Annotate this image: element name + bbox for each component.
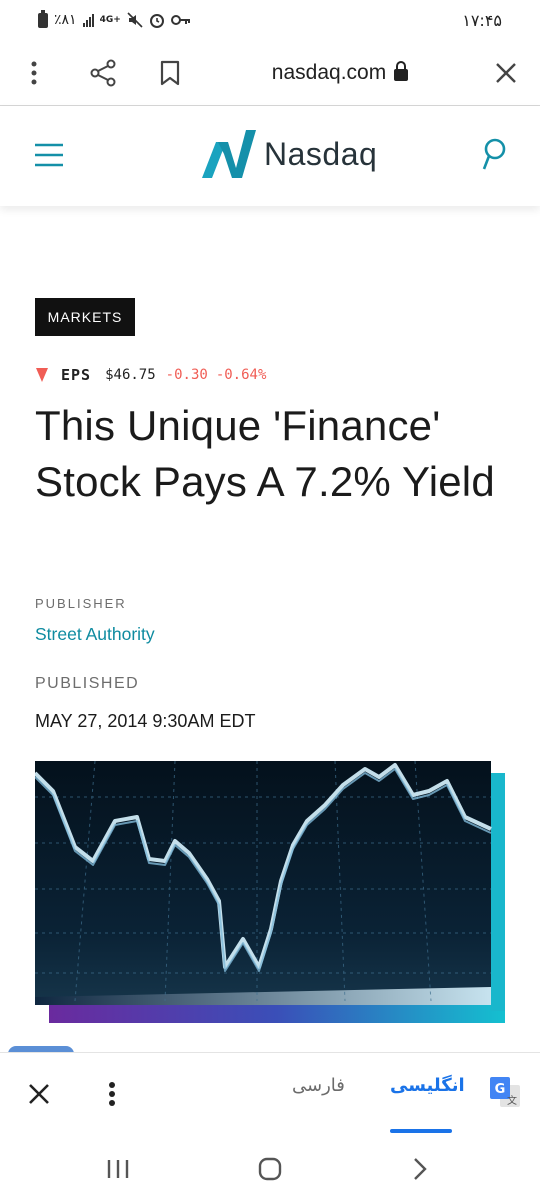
network-type: 4G+ (99, 15, 121, 25)
battery-icon (38, 9, 48, 28)
ticker-quote[interactable]: EPS $46.75 -0.30 -0.64% (36, 364, 266, 386)
selected-language-indicator (390, 1129, 452, 1133)
hamburger-menu-icon[interactable] (34, 142, 64, 172)
close-tab-icon[interactable] (490, 40, 522, 106)
mute-icon (127, 12, 143, 28)
more-options-icon[interactable] (20, 40, 48, 106)
article-hero-image (35, 761, 505, 1023)
battery-percent: ٪۸۱ (54, 12, 77, 28)
close-translate-icon[interactable] (28, 1083, 50, 1109)
ticker-change-percent: -0.64% (215, 367, 267, 383)
google-translate-icon[interactable]: G文 (490, 1077, 522, 1113)
recent-apps-icon[interactable] (100, 1138, 136, 1200)
status-icons: ٪۸۱ 4G+ (38, 9, 191, 28)
svg-text:G: G (495, 1082, 506, 1097)
search-icon[interactable] (482, 138, 506, 176)
share-icon[interactable] (86, 40, 120, 106)
back-icon[interactable] (402, 1138, 438, 1200)
translate-more-icon[interactable] (108, 1081, 116, 1111)
ticker-change: -0.30 (165, 367, 208, 383)
site-header: Nasdaq (0, 106, 540, 206)
signal-icon (82, 13, 94, 27)
language-option-persian[interactable]: فارسی (292, 1075, 345, 1096)
nasdaq-logo-icon (202, 130, 256, 178)
language-option-english[interactable]: انگلیسی (390, 1075, 465, 1096)
translate-bar: فارسی انگلیسی G文 (0, 1052, 540, 1138)
nasdaq-logo[interactable]: Nasdaq (200, 128, 377, 180)
ticker-price: $46.75 (105, 367, 156, 383)
url-bar[interactable]: nasdaq.com (230, 40, 450, 106)
status-bar: ٪۸۱ 4G+ ۱۷:۴۵ (0, 0, 540, 40)
published-label: PUBLISHED (35, 675, 140, 692)
down-arrow-icon (36, 368, 48, 382)
home-icon[interactable] (252, 1138, 288, 1200)
url-text: nasdaq.com (271, 61, 387, 84)
alarm-icon (149, 14, 164, 28)
svg-text:文: 文 (507, 1094, 517, 1107)
article-headline: This Unique 'Finance' Stock Pays A 7.2% … (35, 402, 495, 505)
browser-toolbar: nasdaq.com (0, 40, 540, 106)
key-icon (170, 15, 190, 25)
clock: ۱۷:۴۵ (462, 10, 502, 30)
publisher-link[interactable]: Street Authority (35, 624, 155, 645)
ticker-symbol: EPS (61, 366, 92, 384)
lock-icon (394, 61, 409, 81)
system-nav-bar (0, 1138, 540, 1200)
brand-name: Nasdaq (264, 135, 378, 172)
published-date: MAY 27, 2014 9:30AM EDT (35, 711, 256, 731)
publisher-label: PUBLISHER (35, 596, 127, 611)
bookmark-icon[interactable] (156, 40, 184, 106)
category-tag[interactable]: MARKETS (35, 298, 135, 336)
